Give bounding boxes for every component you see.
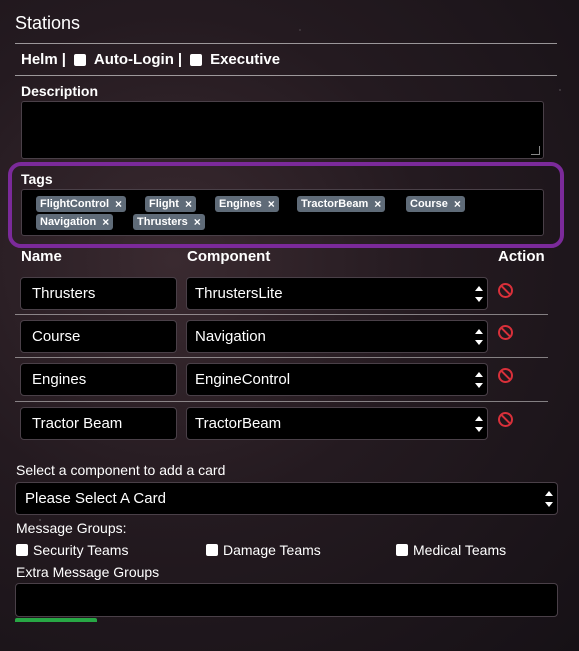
remove-tag-icon[interactable]: × [115, 196, 122, 212]
card-component-select[interactable]: Navigation [186, 320, 488, 353]
message-groups-label: Message Groups: [16, 520, 127, 536]
description-textarea[interactable] [21, 101, 544, 159]
row-divider [15, 357, 548, 358]
column-header-component: Component [187, 248, 271, 265]
select-arrows-icon [475, 329, 483, 345]
add-card-label: Select a component to add a card [16, 462, 226, 478]
executive-checkbox[interactable] [190, 53, 203, 66]
remove-tag-icon[interactable]: × [185, 196, 192, 212]
select-arrows-icon [475, 416, 483, 432]
divider [15, 43, 557, 44]
ban-icon[interactable] [498, 325, 513, 340]
tags-input[interactable]: FlightControl × Flight × Engines × TractorB… [21, 189, 544, 236]
separator: | [61, 51, 66, 68]
tag-chip: Course × [406, 196, 465, 212]
card-name-input[interactable]: Engines [20, 363, 177, 396]
description-label: Description [21, 83, 99, 99]
remove-tag-icon[interactable]: × [102, 214, 109, 230]
checkbox[interactable] [16, 544, 28, 556]
add-card-select[interactable]: Please Select A Card [15, 482, 558, 515]
tag-chip: TractorBeam × [297, 196, 386, 212]
extra-groups-input[interactable] [15, 583, 558, 617]
ban-icon[interactable] [498, 368, 513, 383]
row-divider [15, 401, 548, 402]
message-group-option[interactable]: Medical Teams [396, 542, 506, 558]
message-group-option[interactable]: Security Teams [16, 542, 128, 558]
remove-tag-icon[interactable]: × [374, 196, 381, 212]
message-group-option[interactable]: Damage Teams [206, 542, 321, 558]
checkbox[interactable] [206, 544, 218, 556]
separator: | [177, 51, 183, 68]
row-divider [15, 314, 548, 315]
column-header-name: Name [21, 248, 62, 265]
remove-tag-icon[interactable]: × [268, 196, 275, 212]
card-name-input[interactable]: Thrusters [20, 277, 177, 310]
select-arrows-icon [475, 286, 483, 302]
resize-handle-icon[interactable] [531, 146, 540, 155]
card-component-select[interactable]: TractorBeam [186, 407, 488, 440]
select-arrows-icon [475, 372, 483, 388]
remove-tag-icon[interactable]: × [194, 214, 201, 230]
ban-icon[interactable] [498, 283, 513, 298]
tags-label: Tags [21, 171, 53, 187]
select-arrows-icon [545, 491, 553, 507]
remove-tag-icon[interactable]: × [454, 196, 461, 212]
tag-chip: Flight × [145, 196, 196, 212]
save-button[interactable] [15, 618, 97, 622]
tag-chip: Engines × [215, 196, 279, 212]
auto-login-checkbox[interactable] [73, 53, 86, 66]
station-name: Helm [21, 51, 58, 68]
tag-chip: Navigation × [36, 214, 114, 230]
ban-icon[interactable] [498, 412, 513, 427]
checkbox[interactable] [396, 544, 408, 556]
page-title: Stations [15, 13, 81, 33]
tag-chip: FlightControl × [36, 196, 127, 212]
divider [15, 75, 557, 76]
card-component-select[interactable]: EngineControl [186, 363, 488, 396]
card-name-input[interactable]: Tractor Beam [20, 407, 177, 440]
auto-login-label: Auto-Login [93, 51, 174, 68]
card-name-input[interactable]: Course [20, 320, 177, 353]
executive-label: Executive [210, 51, 281, 68]
column-header-action: Action [498, 248, 545, 265]
station-header: Helm | Auto-Login | Executive [21, 51, 280, 68]
tag-chip: Thrusters × [133, 214, 205, 230]
card-component-select[interactable]: ThrustersLite [186, 277, 488, 310]
extra-groups-label: Extra Message Groups [16, 564, 160, 580]
